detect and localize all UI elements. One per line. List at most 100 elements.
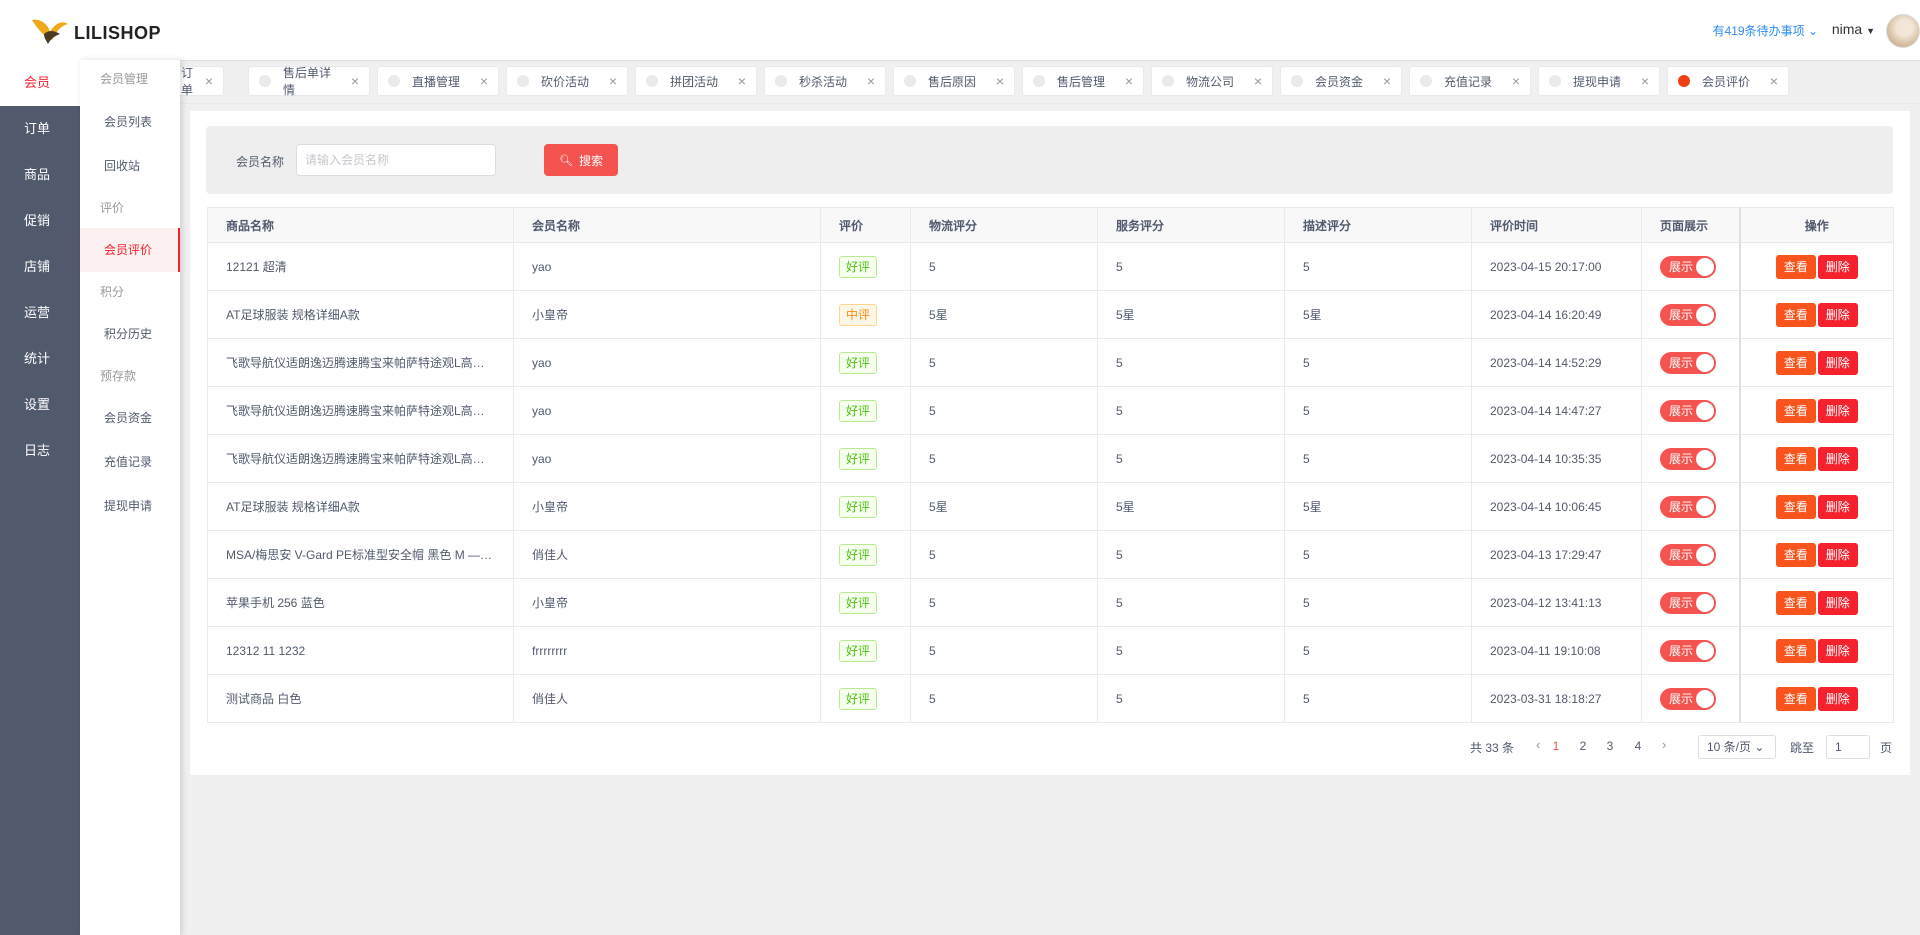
page-size-select[interactable]: 10 条/页 ⌄ xyxy=(1698,735,1776,759)
cell-logistics: 5 xyxy=(910,242,1098,291)
cell-logistics: 5 xyxy=(910,674,1098,723)
view-button[interactable]: 查看 xyxy=(1775,494,1816,519)
close-icon[interactable]: × xyxy=(1383,73,1391,89)
view-button[interactable]: 查看 xyxy=(1775,590,1816,615)
eval-badge: 好评 xyxy=(839,255,878,278)
close-icon[interactable]: × xyxy=(996,73,1004,89)
rail-item-promotion[interactable]: 促销 xyxy=(0,198,80,244)
search-button[interactable]: 🔍︎ 搜索 xyxy=(544,144,618,176)
rail-item-log[interactable]: 日志 xyxy=(0,428,80,474)
cell-actions: 查看 删除 xyxy=(1738,242,1894,291)
tag-aftersale-reason[interactable]: 售后原因 × xyxy=(893,66,1015,96)
display-toggle[interactable]: 展示 xyxy=(1660,543,1716,566)
sub-item-recharge[interactable]: 充值记录 xyxy=(80,440,180,484)
tag-group-buy[interactable]: 拼团活动 × xyxy=(635,66,757,96)
sub-item-member-list[interactable]: 会员列表 xyxy=(80,100,180,144)
delete-button[interactable]: 删除 xyxy=(1817,494,1858,519)
display-toggle[interactable]: 展示 xyxy=(1660,687,1716,710)
rail-item-goods[interactable]: 商品 xyxy=(0,152,80,198)
rail-item-statistics[interactable]: 统计 xyxy=(0,336,80,382)
display-toggle[interactable]: 展示 xyxy=(1660,639,1716,662)
tag-order[interactable]: 订单 × xyxy=(180,66,224,97)
delete-button[interactable]: 删除 xyxy=(1817,590,1858,615)
close-icon[interactable]: × xyxy=(351,73,359,89)
close-icon[interactable]: × xyxy=(1254,73,1262,89)
delete-button[interactable]: 删除 xyxy=(1817,254,1858,279)
page-1[interactable]: 1 xyxy=(1546,739,1566,753)
todo-link[interactable]: 有419条待办事项 ⌄ xyxy=(1713,22,1818,39)
close-icon[interactable]: × xyxy=(205,73,213,89)
view-button[interactable]: 查看 xyxy=(1775,638,1816,663)
display-toggle[interactable]: 展示 xyxy=(1660,447,1716,470)
tag-member-eval[interactable]: 会员评价 × xyxy=(1667,66,1789,96)
view-button[interactable]: 查看 xyxy=(1775,686,1816,711)
tag-member-funds[interactable]: 会员资金 × xyxy=(1280,66,1402,96)
tag-aftersale-manage[interactable]: 售后管理 × xyxy=(1022,66,1144,96)
logo[interactable]: LILISHOP xyxy=(0,0,180,60)
status-dot-icon xyxy=(1549,75,1561,87)
sub-item-recycle[interactable]: 回收站 xyxy=(80,144,180,188)
delete-button[interactable]: 删除 xyxy=(1817,398,1858,423)
view-button[interactable]: 查看 xyxy=(1775,446,1816,471)
delete-button[interactable]: 删除 xyxy=(1817,638,1858,663)
tag-bargain[interactable]: 砍价活动 × xyxy=(506,66,628,96)
close-icon[interactable]: × xyxy=(1770,73,1778,89)
cell-goods: 12312 11 1232 xyxy=(207,626,514,675)
close-icon[interactable]: × xyxy=(867,73,875,89)
page-size-value: 10 条/页 xyxy=(1707,740,1752,754)
user-menu[interactable]: nima ▼ xyxy=(1832,21,1875,37)
page-4[interactable]: 4 xyxy=(1628,739,1648,753)
close-icon[interactable]: × xyxy=(480,73,488,89)
close-icon[interactable]: × xyxy=(1125,73,1133,89)
cell-time: 2023-04-15 20:17:00 xyxy=(1471,242,1642,291)
display-toggle[interactable]: 展示 xyxy=(1660,591,1716,614)
close-icon[interactable]: × xyxy=(738,73,746,89)
rail-item-settings[interactable]: 设置 xyxy=(0,382,80,428)
close-icon[interactable]: × xyxy=(1512,73,1520,89)
view-button[interactable]: 查看 xyxy=(1775,254,1816,279)
display-toggle[interactable]: 展示 xyxy=(1660,255,1716,278)
tag-logistics[interactable]: 物流公司 × xyxy=(1151,66,1273,96)
toggle-knob xyxy=(1696,449,1714,468)
display-toggle[interactable]: 展示 xyxy=(1660,399,1716,422)
rail-item-order[interactable]: 订单 xyxy=(0,106,80,152)
display-toggle[interactable]: 展示 xyxy=(1660,351,1716,374)
sub-item-points-history[interactable]: 积分历史 xyxy=(80,312,180,356)
rail-item-member[interactable]: 会员 xyxy=(0,60,80,106)
next-page-icon[interactable]: › xyxy=(1662,737,1666,752)
rail-item-store[interactable]: 店铺 xyxy=(0,244,80,290)
page-3[interactable]: 3 xyxy=(1600,739,1620,753)
delete-button[interactable]: 删除 xyxy=(1817,542,1858,567)
close-icon[interactable]: × xyxy=(1641,73,1649,89)
tag-live[interactable]: 直播管理 × xyxy=(377,66,499,96)
avatar[interactable] xyxy=(1886,14,1920,48)
delete-button[interactable]: 删除 xyxy=(1817,302,1858,327)
view-button[interactable]: 查看 xyxy=(1775,542,1816,567)
delete-button[interactable]: 删除 xyxy=(1817,446,1858,471)
tag-recharge[interactable]: 充值记录 × xyxy=(1409,66,1531,96)
toggle-knob xyxy=(1696,305,1714,324)
display-toggle[interactable]: 展示 xyxy=(1660,303,1716,326)
jump-page-input[interactable] xyxy=(1826,735,1870,759)
page-2[interactable]: 2 xyxy=(1573,739,1593,753)
tag-seckill[interactable]: 秒杀活动 × xyxy=(764,66,886,96)
sub-item-member-funds[interactable]: 会员资金 xyxy=(80,396,180,440)
sub-item-withdraw[interactable]: 提现申请 xyxy=(80,484,180,528)
delete-button[interactable]: 删除 xyxy=(1817,350,1858,375)
close-icon[interactable]: × xyxy=(609,73,617,89)
prev-page-icon[interactable]: ‹ xyxy=(1536,737,1540,752)
tag-label: 售后管理 xyxy=(1057,74,1106,89)
cell-display: 展示 xyxy=(1641,530,1740,579)
search-label: 会员名称 xyxy=(236,155,285,169)
view-button[interactable]: 查看 xyxy=(1775,398,1816,423)
display-toggle[interactable]: 展示 xyxy=(1660,495,1716,518)
view-button[interactable]: 查看 xyxy=(1775,302,1816,327)
rail-item-operation[interactable]: 运营 xyxy=(0,290,80,336)
sub-item-member-eval[interactable]: 会员评价 xyxy=(80,228,180,272)
cell-service: 5 xyxy=(1097,338,1285,387)
tag-withdraw[interactable]: 提现申请 × xyxy=(1538,66,1660,96)
delete-button[interactable]: 删除 xyxy=(1817,686,1858,711)
tag-aftersale-detail[interactable]: 售后单详情 × xyxy=(248,66,370,97)
view-button[interactable]: 查看 xyxy=(1775,350,1816,375)
member-name-input[interactable] xyxy=(296,144,496,176)
